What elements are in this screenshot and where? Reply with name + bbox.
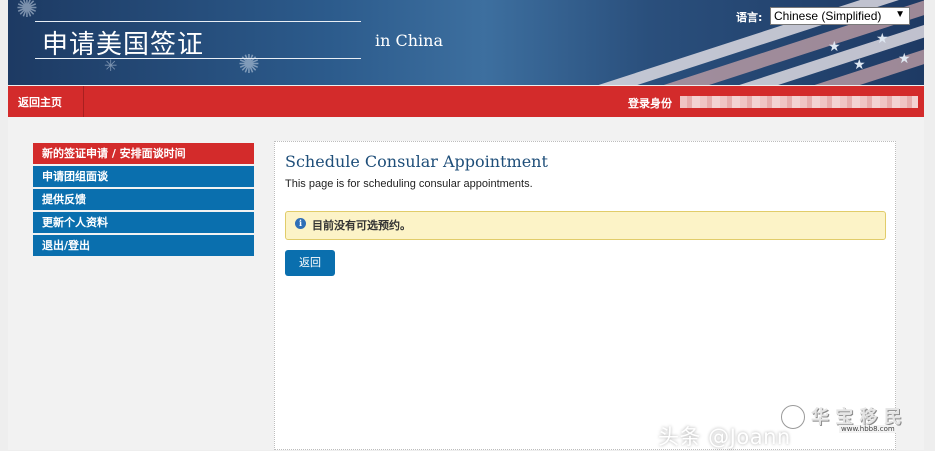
firework-icon: ✺ xyxy=(238,50,260,80)
language-selected-value: Chinese (Simplified) xyxy=(774,9,882,23)
logo-seal-icon xyxy=(781,405,805,429)
sidebar-item-feedback[interactable]: 提供反馈 xyxy=(33,189,254,210)
sidebar-item-new-application[interactable]: 新的签证申请 / 安排面谈时间 xyxy=(33,143,254,164)
back-button[interactable]: 返回 xyxy=(285,250,335,276)
sidebar-menu: 新的签证申请 / 安排面谈时间 申请团组面谈 提供反馈 更新个人资料 退出/登出 xyxy=(33,143,254,258)
language-label: 语言: xyxy=(736,11,763,24)
page-title: Schedule Consular Appointment xyxy=(285,152,548,171)
star-icon: ★ xyxy=(898,51,911,67)
top-nav-bar: 返回主页 登录身份 xyxy=(8,86,924,117)
logo-url: www.hbb8.com xyxy=(839,425,897,433)
notice-message: 目前没有可选预约。 xyxy=(312,219,411,232)
star-icon: ★ xyxy=(876,31,889,47)
page-description: This page is for scheduling consular app… xyxy=(285,178,533,190)
site-subtitle: in China xyxy=(375,31,444,50)
watermark-text: 头条 @Joann xyxy=(658,425,791,449)
star-icon: ★ xyxy=(828,39,841,55)
no-appointments-notice: i 目前没有可选预约。 xyxy=(285,211,886,240)
title-rule-top xyxy=(35,21,361,22)
nav-divider xyxy=(83,86,84,117)
dropdown-arrow-icon: ▼ xyxy=(895,9,905,20)
redacted-username xyxy=(680,96,918,108)
header-banner: ★ ★ ★ ★ ✺ ✺ ✳ 申请美国签证 in China 语言: Chines… xyxy=(8,0,924,85)
info-icon: i xyxy=(295,218,306,229)
language-select[interactable]: Chinese (Simplified) ▼ xyxy=(770,7,910,25)
home-link[interactable]: 返回主页 xyxy=(18,94,62,110)
sidebar-item-group-interview[interactable]: 申请团组面谈 xyxy=(33,166,254,187)
main-panel: Schedule Consular Appointment This page … xyxy=(274,141,896,450)
star-icon: ★ xyxy=(853,57,866,73)
sidebar-item-update-profile[interactable]: 更新个人资料 xyxy=(33,212,254,233)
site-title: 申请美国签证 xyxy=(42,30,205,60)
watermark-logo: 华 宝 移 民 www.hbb8.com xyxy=(781,405,913,443)
firework-icon: ✺ xyxy=(16,0,38,24)
login-identity-label: 登录身份 xyxy=(628,97,672,110)
sidebar-item-logout[interactable]: 退出/登出 xyxy=(33,235,254,256)
